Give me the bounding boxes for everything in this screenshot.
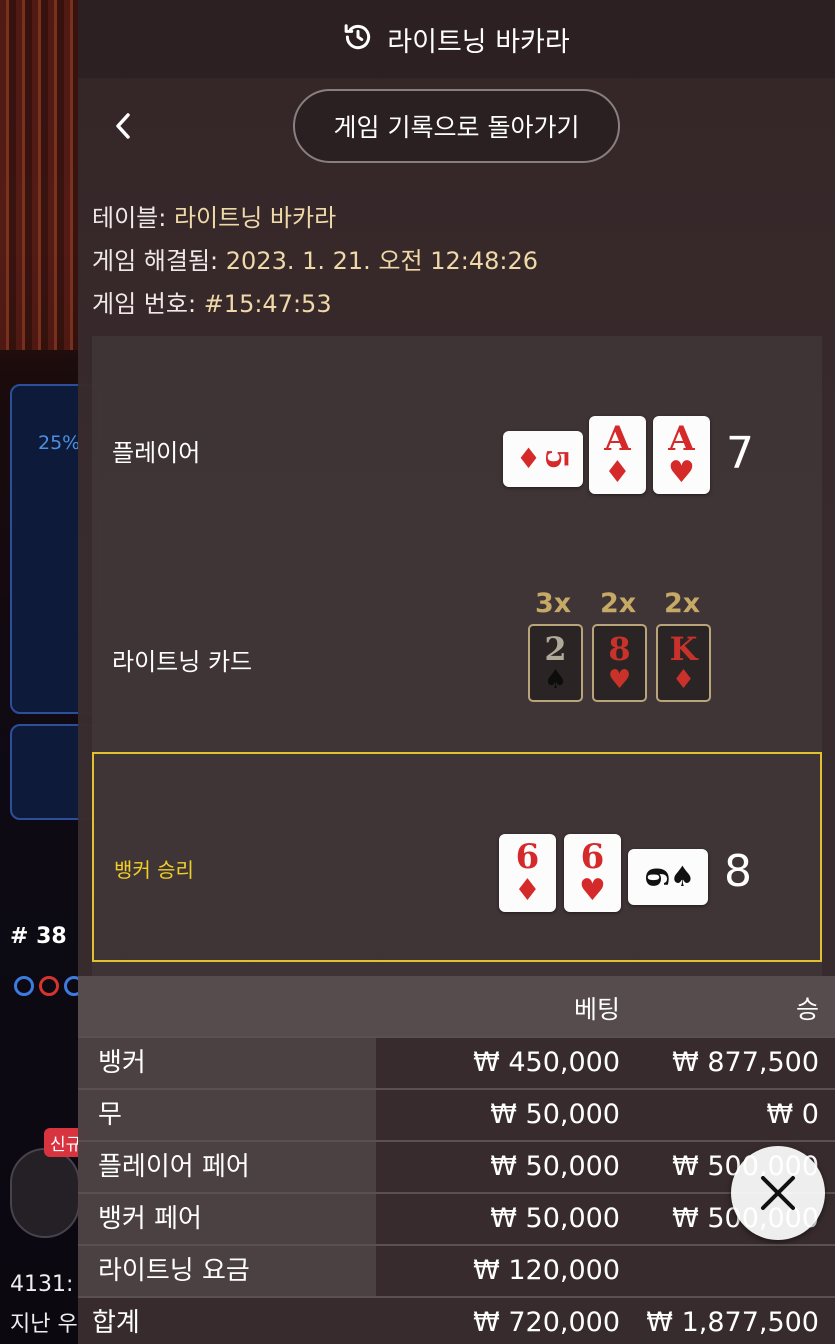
background-chip-button (10, 1148, 80, 1238)
player-card-1: ♦ 5 (503, 431, 583, 487)
bet-amount: ₩ 50,000 (490, 1151, 620, 1182)
resolved-info: 게임 해결됨: 2023. 1. 21. 오전 12:48:26 (92, 247, 539, 275)
close-button[interactable] (731, 1146, 825, 1240)
table-row: 라이트닝 요금 ₩ 120,000 (78, 1244, 835, 1296)
bet-amount: ₩ 50,000 (490, 1099, 620, 1130)
player-card-3: A ♥ (653, 416, 710, 494)
banker-card-2: 6 ♥ (564, 834, 621, 912)
table-total-row: 합계 ₩ 720,000 ₩ 1,877,500 (78, 1296, 835, 1344)
bets-table-header: 베팅 승 (78, 976, 835, 1036)
bet-name: 뱅커 페어 (78, 1194, 376, 1244)
lightning-multiplier-3: 2x (664, 588, 701, 619)
total-label: 합계 (92, 1308, 140, 1338)
lightning-card-2: 8 ♥ (592, 624, 647, 702)
lightning-card-3: K ♦ (656, 624, 711, 702)
lightning-cards-label: 라이트닝 카드 (112, 648, 253, 676)
lightning-multiplier-1: 3x (535, 588, 572, 619)
background-road-dots (14, 976, 84, 996)
background-number: 4131: (10, 1272, 74, 1297)
bets-table: 베팅 승 뱅커 ₩ 450,000 ₩ 877,500 무 ₩ 50,000 ₩… (78, 976, 835, 1344)
background-percent: 25% (38, 432, 81, 454)
page-title: 라이트닝 바카라 (387, 26, 570, 58)
player-label: 플레이어 (112, 439, 201, 467)
table-row: 무 ₩ 50,000 ₩ 0 (78, 1088, 835, 1140)
column-header-bet: 베팅 (573, 995, 620, 1024)
bet-name: 뱅커 (78, 1038, 376, 1088)
table-row: 뱅커 ₩ 450,000 ₩ 877,500 (78, 1036, 835, 1088)
banker-win-label: 뱅커 승리 (114, 858, 194, 882)
back-chevron-icon[interactable] (108, 106, 138, 146)
game-number-info: 게임 번호: #15:47:53 (92, 290, 332, 318)
back-to-history-button[interactable]: 게임 기록으로 돌아가기 (293, 89, 620, 163)
banker-score: 8 (724, 846, 752, 897)
banker-winner-highlight (92, 752, 822, 962)
background-curtain (0, 0, 80, 350)
close-icon (761, 1176, 795, 1210)
resolved-time: 2023. 1. 21. 오전 12:48:26 (225, 247, 539, 275)
bet-name: 무 (78, 1090, 376, 1140)
table-row: 뱅커 페어 ₩ 50,000 ₩ 500,000 (78, 1192, 835, 1244)
lightning-multiplier-2: 2x (600, 588, 637, 619)
bet-name: 플레이어 페어 (78, 1142, 376, 1192)
history-icon (343, 22, 373, 56)
table-name: 라이트닝 바카라 (173, 204, 337, 232)
bet-amount: ₩ 50,000 (490, 1203, 620, 1234)
background-last-label: 지난 우 (10, 1312, 78, 1337)
bet-amount: ₩ 120,000 (473, 1255, 620, 1286)
banker-card-1: 6 ♦ (499, 834, 556, 912)
total-win: ₩ 1,877,500 (646, 1307, 819, 1338)
player-card-2: A ♦ (589, 416, 646, 494)
background-round-number: # 38 (10, 924, 67, 949)
game-number: #15:47:53 (203, 290, 332, 318)
panel-header: 라이트닝 바카라 (78, 0, 835, 78)
win-amount: ₩ 0 (766, 1099, 819, 1130)
lightning-card-1: 2 ♠ (528, 624, 583, 702)
table-row: 플레이어 페어 ₩ 50,000 ₩ 500,000 (78, 1140, 835, 1192)
game-history-panel: 라이트닝 바카라 게임 기록으로 돌아가기 테이블: 라이트닝 바카라 게임 해… (78, 0, 835, 1344)
column-header-win: 승 (795, 995, 819, 1024)
bet-amount: ₩ 450,000 (473, 1047, 620, 1078)
banker-card-3: 6 ♠ (628, 849, 708, 905)
player-score: 7 (726, 428, 754, 479)
bet-name: 라이트닝 요금 (78, 1246, 376, 1296)
table-info: 테이블: 라이트닝 바카라 (92, 204, 337, 232)
total-bet: ₩ 720,000 (473, 1307, 620, 1338)
win-amount: ₩ 877,500 (672, 1047, 819, 1078)
